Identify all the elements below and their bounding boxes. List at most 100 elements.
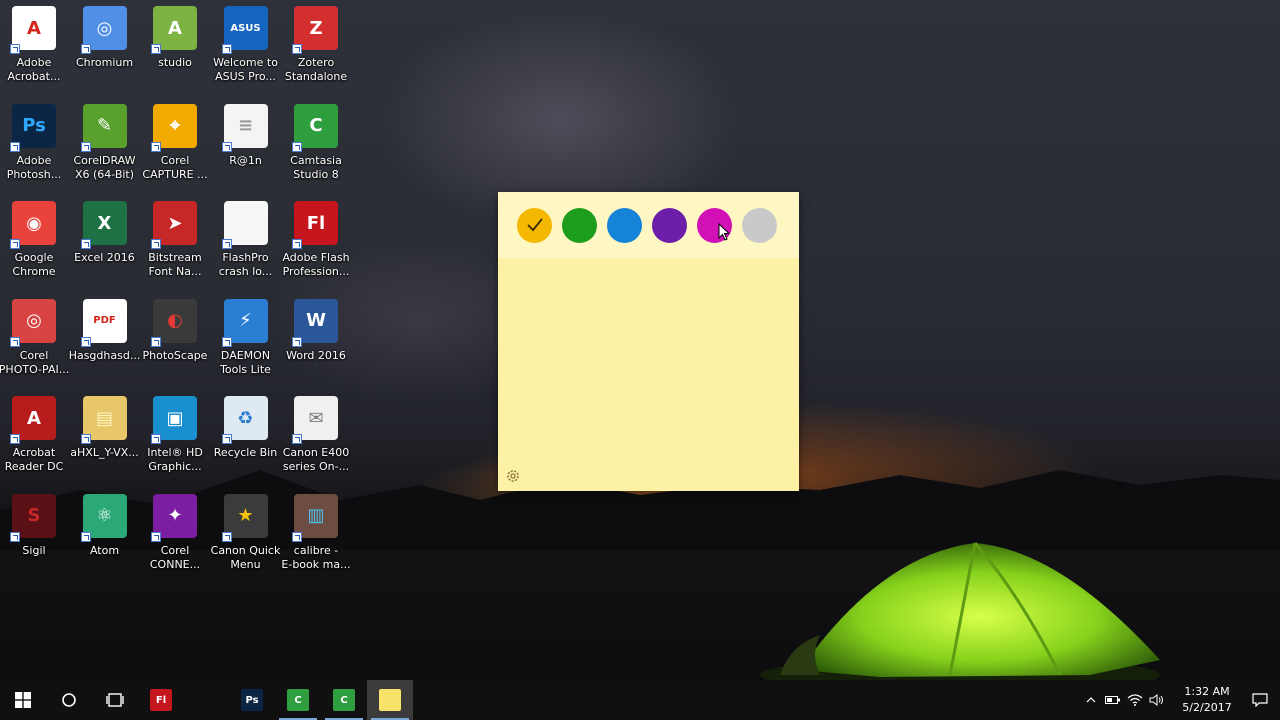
desktop-shortcut[interactable]: ▥ calibre - E-book ma... (281, 488, 351, 584)
sigil-icon: S (10, 493, 56, 542)
desktop-shortcut[interactable]: ✎ CorelDRAW X6 (64-Bit) (70, 98, 140, 194)
icon-glyph: ◉ (26, 212, 42, 234)
desktop-shortcut-label: Corel CONNE... (149, 543, 201, 571)
battery-icon[interactable] (1102, 680, 1124, 720)
chrome-icon: ◉ (10, 201, 56, 249)
desktop-shortcut[interactable]: ◐ PhotoScape (140, 293, 210, 389)
taskbar-app-button[interactable] (367, 680, 413, 720)
taskbar-app-button[interactable]: C (321, 680, 367, 720)
note-text-area[interactable] (498, 258, 799, 461)
sticky-note-window[interactable] (498, 192, 799, 491)
desktop-shortcut[interactable]: Astudio (140, 0, 210, 96)
desktop-shortcut[interactable]: ◉ Google Chrome (0, 195, 69, 291)
color-swatch-purple[interactable] (652, 207, 687, 243)
desktop-shortcut[interactable]: ⚡ DAEMON Tools Lite (211, 293, 281, 389)
shortcut-arrow-icon (221, 239, 232, 249)
icon-glyph: ⚛ (96, 505, 113, 526)
volume-icon[interactable] (1146, 680, 1168, 720)
taskbar-icon-glyph: C (340, 694, 348, 706)
shortcut-arrow-icon (292, 141, 302, 152)
desktop-shortcut[interactable]: ★ Canon Quick Menu (211, 488, 281, 584)
color-swatch-green[interactable] (562, 207, 597, 243)
shortcut-arrow-icon (151, 141, 161, 152)
action-center-button[interactable] (1240, 680, 1280, 720)
checkmark-icon (526, 218, 543, 232)
wifi-icon[interactable] (1124, 680, 1146, 720)
desktop-shortcut[interactable]: ✉ Canon E400 series On-... (281, 390, 351, 486)
desktop-shortcut-label: PhotoScape (142, 348, 208, 362)
desktop-shortcut[interactable]: ◎ Chromium (70, 0, 140, 96)
desktop-shortcut-label: Atom (89, 543, 120, 557)
start-button[interactable] (0, 680, 46, 720)
shortcut-arrow-icon (151, 239, 161, 249)
shortcut-arrow-icon (10, 141, 20, 152)
desktop-shortcut[interactable]: ASUS Welcome to ASUS Pro... (211, 0, 281, 96)
desktop-shortcut[interactable]: C Camtasia Studio 8 (281, 98, 351, 194)
desktop-shortcut[interactable]: A Adobe Acrobat... (0, 0, 69, 96)
desktop-shortcut[interactable]: ♻ Recycle Bin (211, 390, 281, 486)
desktop-shortcut[interactable]: ≡ R@1n (211, 98, 281, 194)
icon-glyph: A (168, 17, 182, 39)
desktop-shortcut-label: Word 2016 (286, 348, 346, 362)
desktop-shortcut[interactable]: ⚛ Atom (70, 488, 140, 584)
taskbar-clock[interactable]: 1:32 AM 5/2/2017 (1174, 684, 1240, 716)
taskbar-app-button[interactable]: Fl (138, 680, 184, 720)
taskbar-icon-glyph: C (294, 694, 302, 706)
desktop-shortcut[interactable]: S Sigil (0, 488, 69, 584)
shortcut-arrow-icon (10, 531, 20, 542)
color-swatch-gray[interactable] (742, 207, 777, 243)
color-swatch-blue[interactable] (607, 207, 642, 243)
desktop-shortcut[interactable]: ▤ aHXL_Y-VX... (70, 390, 140, 486)
desktop-shortcut-label: Sigil (22, 543, 46, 557)
taskbar: Fl Ps C C 1:32 AM 5/2/2017 (0, 680, 1280, 720)
color-swatch-yellow[interactable] (517, 207, 552, 243)
icon-glyph: ⌖ (169, 115, 181, 136)
icon-glyph: ✉ (308, 407, 324, 429)
desktop-shortcut-label: Recycle Bin (213, 446, 278, 459)
shortcut-arrow-icon (80, 239, 91, 249)
photoshop-icon: Ps (10, 103, 56, 152)
desktop-shortcut[interactable]: ✦ Corel CONNE... (140, 488, 210, 584)
icon-glyph: PDF (93, 315, 116, 326)
desktop-shortcut[interactable]: Fl Adobe Flash Profession... (281, 195, 351, 291)
desktop-shortcut[interactable]: ▣ Intel® HD Graphic... (140, 390, 210, 486)
icon-glyph: C (309, 115, 323, 136)
desktop-shortcut-label: Canon E400 series On-... (282, 446, 350, 473)
desktop-shortcut[interactable]: W Word 2016 (281, 293, 351, 389)
desktop-shortcut[interactable]: PDF Hasgdhasd... (69, 293, 140, 389)
desktop-shortcut[interactable]: X Excel 2016 (70, 195, 140, 291)
search-button[interactable] (46, 680, 92, 720)
desktop-shortcut-label: Adobe Photosh... (6, 153, 62, 181)
desktop-shortcut[interactable]: Ps Adobe Photosh... (0, 98, 69, 194)
icon-glyph: Fl (306, 212, 326, 234)
canon-quick-menu-icon: ★ (221, 493, 268, 542)
show-hidden-icons-chevron-up-icon[interactable] (1080, 680, 1102, 720)
desktop-shortcut-label: aHXL_Y-VX... (70, 446, 139, 459)
icon-glyph: S (27, 505, 41, 526)
pdf-file-icon: PDF (80, 298, 127, 347)
shortcut-arrow-icon (80, 531, 91, 542)
text-file-icon: ≡ (221, 103, 268, 152)
desktop-shortcut[interactable]: A Acrobat Reader DC (0, 390, 69, 486)
desktop-shortcut-label: R@1n (229, 153, 262, 167)
desktop-shortcut[interactable]: ⌖ Corel CAPTURE ... (140, 98, 210, 194)
icon-glyph: ≡ (237, 115, 254, 136)
photoshop-taskbar-icon: Ps (241, 689, 263, 711)
task-view-button[interactable] (92, 680, 138, 720)
desktop-shortcut-label: CorelDRAW X6 (64-Bit) (73, 153, 136, 181)
desktop-shortcut[interactable]: FlashPro crash lo... (211, 195, 281, 291)
corel-photopaint-icon: ◎ (10, 298, 56, 347)
icon-glyph: ▣ (166, 407, 184, 429)
atom-icon: ⚛ (80, 493, 127, 542)
intel-graphics-icon: ▣ (151, 396, 197, 444)
calibre-icon: ▥ (292, 493, 338, 542)
taskbar-app-button[interactable]: Ps (229, 680, 275, 720)
sticky-notes-taskbar-icon (379, 689, 401, 711)
taskbar-app-button[interactable]: C (275, 680, 321, 720)
gear-icon[interactable] (505, 468, 521, 484)
clock-date: 5/2/2017 (1182, 701, 1232, 714)
desktop-shortcut[interactable]: ◎ Corel PHOTO-PAI... (0, 293, 69, 389)
desktop-shortcut[interactable]: ➤ Bitstream Font Na... (140, 195, 210, 291)
desktop-shortcut-label: Zotero Standalone (284, 56, 348, 83)
desktop-shortcut[interactable]: Z Zotero Standalone (281, 0, 351, 96)
